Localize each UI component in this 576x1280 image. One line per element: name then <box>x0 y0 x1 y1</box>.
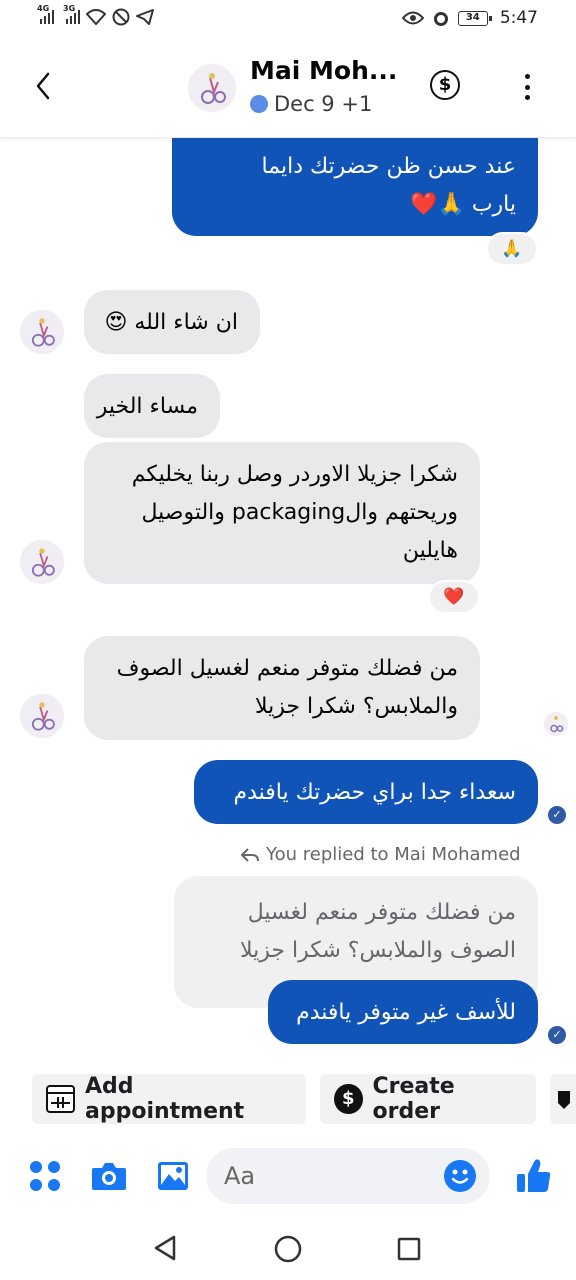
message-line: مساء الخير <box>96 394 198 419</box>
sender-avatar[interactable] <box>20 310 64 354</box>
message-line: من فضلك متوفر منعم لغسيل الصوف <box>116 656 458 681</box>
message-line: وريحتهم والpackaging والتوصيل <box>141 500 458 525</box>
message-line: شكرا جزيلا الاوردر وصل ربنا يخليكم <box>131 462 458 487</box>
emoji-icon[interactable] <box>444 1160 476 1192</box>
message-composer <box>0 1146 576 1208</box>
add-appointment-label: Add appointment <box>84 1074 245 1124</box>
label-dot-icon <box>250 95 268 113</box>
back-triangle-icon[interactable] <box>152 1234 178 1262</box>
message-input-container[interactable] <box>206 1148 490 1204</box>
message-line: عند حسن ظن حضرتك دايما <box>261 154 516 179</box>
conversation-header: Mai Moh... Dec 9 +1 $ <box>0 36 576 138</box>
message-bubble-outgoing[interactable]: سعداء جدا براي حضرتك يافندم <box>194 760 538 824</box>
menu-dots-icon[interactable] <box>30 1161 60 1191</box>
message-thread[interactable]: عند حسن ظن حضرتك دايما يارب 🙏❤️ 🙏 ان شاء… <box>0 138 576 1060</box>
message-bubble-outgoing[interactable]: للأسف غير متوفر يافندم <box>268 980 538 1044</box>
calendar-icon <box>46 1085 75 1113</box>
quoted-line: من فضلك متوفر منعم لغسيل <box>247 900 516 925</box>
tag-icon <box>558 1091 570 1109</box>
message-bubble-incoming[interactable]: ان شاء الله 😍 <box>84 290 260 354</box>
message-line: يارب 🙏❤️ <box>410 192 516 217</box>
battery-icon: 34 <box>457 10 492 26</box>
message-bubble-outgoing[interactable]: عند حسن ظن حضرتك دايما يارب 🙏❤️ <box>172 138 538 236</box>
reply-indicator: You replied to Mai Mohamed <box>240 844 521 865</box>
recents-square-icon[interactable] <box>396 1236 422 1262</box>
sent-check-icon: ✓ <box>548 806 566 824</box>
message-bubble-incoming[interactable]: من فضلك متوفر منعم لغسيل الصوف والملابس؟… <box>84 636 480 740</box>
quick-actions-bar: Add appointment $ Create order <box>0 1074 576 1124</box>
message-line: ان شاء الله 😍 <box>104 310 238 335</box>
sender-avatar[interactable] <box>20 694 64 738</box>
wifi-icon <box>86 9 106 25</box>
reply-arrow-icon <box>241 847 259 862</box>
like-icon[interactable] <box>514 1156 554 1196</box>
contact-subtitle-text: Dec 9 +1 <box>274 92 373 116</box>
read-receipt-avatar <box>544 712 568 736</box>
message-line: هايلين <box>402 538 458 563</box>
system-nav-bar <box>0 1212 576 1280</box>
contact-name[interactable]: Mai Moh... <box>250 56 397 85</box>
message-input[interactable] <box>224 1156 444 1196</box>
message-bubble-incoming[interactable]: شكرا جزيلا الاوردر وصل ربنا يخليكم وريحت… <box>84 442 480 584</box>
message-line: والملابس؟ شكرا جزيلا <box>255 694 458 719</box>
reaction-heart[interactable]: ❤️ <box>428 580 480 614</box>
payment-dollar-icon[interactable]: $ <box>430 70 460 100</box>
message-line: سعداء جدا براي حضرتك يافندم <box>233 780 516 805</box>
status-time: 5:47 <box>499 8 538 28</box>
create-order-label: Create order <box>372 1074 455 1124</box>
dollar-icon: $ <box>334 1084 363 1114</box>
telegram-icon <box>136 9 154 25</box>
more-quick-action-button[interactable] <box>550 1074 576 1124</box>
sent-check-icon: ✓ <box>548 1026 566 1044</box>
gallery-icon[interactable] <box>156 1160 190 1192</box>
message-bubble-incoming[interactable]: مساء الخير <box>84 374 220 438</box>
contact-subtitle: Dec 9 +1 <box>250 92 372 116</box>
reply-indicator-text: You replied to Mai Mohamed <box>266 844 521 865</box>
message-line: للأسف غير متوفر يافندم <box>296 1000 516 1025</box>
do-not-disturb-icon <box>112 8 130 26</box>
status-right: 34 5:47 <box>401 8 538 28</box>
camera-icon[interactable] <box>90 1160 128 1192</box>
alarm-icon <box>433 12 448 26</box>
status-left: 4G 3G <box>37 4 154 26</box>
eye-icon <box>401 11 424 25</box>
more-options-icon[interactable] <box>522 74 532 100</box>
quoted-line: الصوف والملابس؟ شكرا جزيلا <box>240 938 516 963</box>
back-chevron-icon[interactable] <box>30 66 60 106</box>
signal-3g-icon: 3G <box>63 4 80 24</box>
reaction-pray[interactable]: 🙏 <box>486 232 538 266</box>
contact-avatar[interactable] <box>188 64 236 112</box>
sender-avatar[interactable] <box>20 540 64 584</box>
signal-4g-icon: 4G <box>37 4 54 24</box>
add-appointment-button[interactable]: Add appointment <box>32 1074 306 1124</box>
home-circle-icon[interactable] <box>273 1234 303 1264</box>
status-bar: 4G 3G 34 5:47 <box>0 0 576 36</box>
create-order-button[interactable]: $ Create order <box>320 1074 536 1124</box>
